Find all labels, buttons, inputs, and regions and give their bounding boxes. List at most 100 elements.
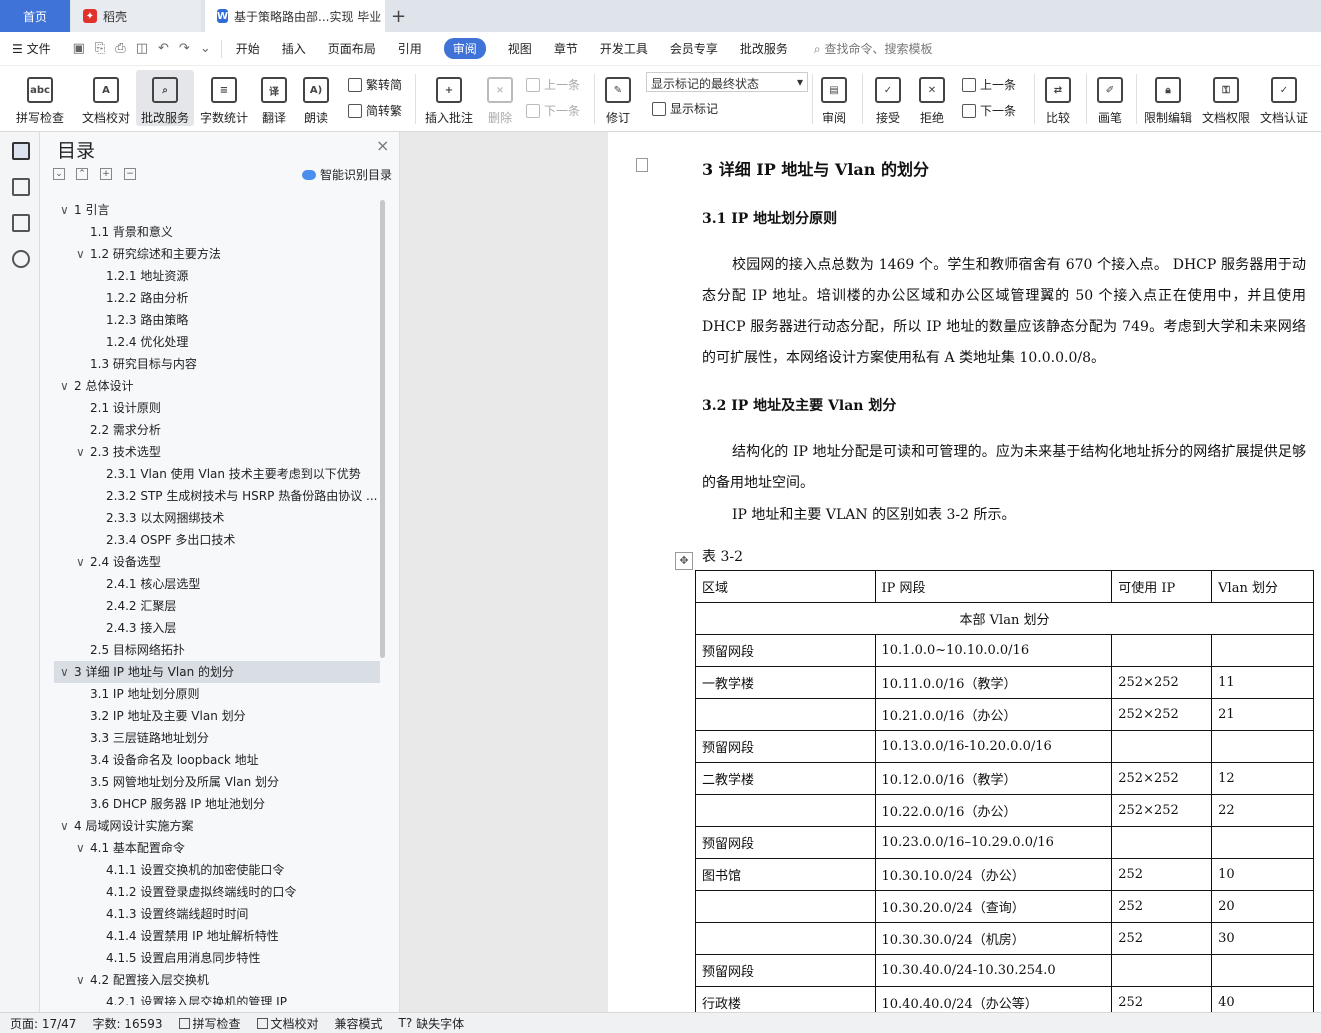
status-spell-check[interactable]: 拼写检查	[178, 1015, 241, 1032]
chevron-down-icon[interactable]: ∨	[76, 969, 90, 991]
next-change-button[interactable]: 下一条	[962, 102, 1016, 119]
toc-item[interactable]: 1.2.3 路由策略	[54, 309, 380, 331]
menu-item-references[interactable]: 引用	[398, 40, 422, 57]
toc-item[interactable]: ∨ 1.2 研究综述和主要方法	[54, 243, 380, 265]
reject-button[interactable]: ✕ 拒绝	[914, 70, 950, 126]
toc-item[interactable]: 2.3.4 OSPF 多出口技术	[54, 529, 380, 551]
toc-item[interactable]: 1.2.1 地址资源	[54, 265, 380, 287]
tab-home[interactable]: 首页	[0, 0, 70, 32]
compare-button[interactable]: ⇄ 比较	[1040, 70, 1076, 126]
delete-comment-button[interactable]: × 删除	[482, 70, 518, 126]
chapter-nav-icon[interactable]	[12, 178, 30, 196]
missing-font-button[interactable]: T? 缺失字体	[399, 1015, 465, 1032]
tab-document[interactable]: W 基于策略路由部...实现 毕业	[205, 0, 385, 32]
new-tab-button[interactable]: +	[385, 0, 412, 32]
toc-item[interactable]: 4.1.4 设置禁用 IP 地址解析特性	[54, 925, 380, 947]
toc-item[interactable]: 3.6 DHCP 服务器 IP 地址池划分	[54, 793, 380, 815]
close-icon[interactable]: ×	[376, 136, 389, 155]
insert-comment-button[interactable]: + 插入批注	[424, 70, 474, 126]
status-proof[interactable]: 文档校对	[256, 1015, 319, 1032]
spell-check-button[interactable]: abc 拼写检查	[10, 70, 70, 126]
review-service-button[interactable]: ⌕ 批改服务	[136, 70, 194, 126]
command-search[interactable]: ⌕ 查找命令、搜索模板	[814, 40, 933, 57]
add-entry-icon[interactable]: +	[100, 168, 112, 180]
toc-item[interactable]: 2.3.3 以太网捆绑技术	[54, 507, 380, 529]
toc-item[interactable]: ∨ 4 局域网设计实施方案	[54, 815, 380, 837]
accept-button[interactable]: ✓ 接受	[870, 70, 906, 126]
toc-item[interactable]: ∨ 2.3 技术选型	[54, 441, 380, 463]
toc-item[interactable]: ∨ 2 总体设计	[54, 375, 380, 397]
menu-item-member[interactable]: 会员专享	[670, 40, 718, 57]
chevron-down-icon[interactable]: ∨	[60, 375, 74, 397]
toc-item[interactable]: 3.4 设备命名及 loopback 地址	[54, 749, 380, 771]
bookmark-icon[interactable]	[12, 214, 30, 232]
toc-item[interactable]: 1.1 背景和意义	[54, 221, 380, 243]
read-aloud-button[interactable]: A) 朗读	[300, 70, 332, 126]
toc-item[interactable]: 2.2 需求分析	[54, 419, 380, 441]
toc-scrollbar[interactable]	[380, 200, 385, 658]
markup-mode-select[interactable]: 显示标记的最终状态 ▾	[646, 72, 808, 92]
menu-item-chapter[interactable]: 章节	[554, 40, 578, 57]
chevron-down-icon[interactable]: ∨	[76, 551, 90, 573]
toc-item[interactable]: 2.5 目标网络拓扑	[54, 639, 380, 661]
toc-item[interactable]: 2.1 设计原则	[54, 397, 380, 419]
toc-item[interactable]: 4.1.3 设置终端线超时时间	[54, 903, 380, 925]
menu-item-layout[interactable]: 页面布局	[328, 40, 376, 57]
paragraph-handle-icon[interactable]	[636, 158, 648, 172]
search-icon[interactable]	[12, 250, 30, 268]
redo-icon[interactable]: ↷	[179, 41, 190, 56]
print-icon[interactable]: ⎙	[115, 41, 125, 56]
chevron-down-icon[interactable]: ∨	[76, 837, 90, 859]
toc-item[interactable]: 4.1.5 设置启用消息同步特性	[54, 947, 380, 969]
next-comment-button[interactable]: 下一条	[526, 102, 580, 119]
chevron-down-icon[interactable]: ∨	[76, 243, 90, 265]
toc-panel-icon[interactable]	[12, 142, 30, 160]
toc-item[interactable]: 2.4.3 接入层	[54, 617, 380, 639]
review-pane-button[interactable]: ▤ 审阅	[816, 70, 852, 126]
page-indicator[interactable]: 页面: 17/47	[10, 1015, 76, 1032]
toc-item[interactable]: 3.2 IP 地址及主要 Vlan 划分	[54, 705, 380, 727]
toc-item[interactable]: ∨ 3 详细 IP 地址与 Vlan 的划分	[54, 661, 380, 683]
prev-change-button[interactable]: 上一条	[962, 76, 1016, 93]
document-certify-button[interactable]: ✓ 文档认证	[1258, 70, 1310, 126]
file-menu[interactable]: ☰ 文件	[12, 40, 51, 57]
restrict-edit-button[interactable]: 🔒︎ 限制编辑	[1142, 70, 1194, 126]
smart-toc-button[interactable]: 智能识别目录	[302, 166, 392, 183]
trad-to-simp-button[interactable]: 繁转简	[348, 76, 402, 93]
chevron-down-icon[interactable]: ∨	[76, 441, 90, 463]
menu-item-insert[interactable]: 插入	[282, 40, 306, 57]
expand-all-icon[interactable]: ⌃	[76, 168, 88, 180]
toc-item[interactable]: ∨ 2.4 设备选型	[54, 551, 380, 573]
toc-item[interactable]: 2.3.2 STP 生成树技术与 HSRP 热备份路由协议 ...	[54, 485, 380, 507]
chevron-down-icon[interactable]: ∨	[60, 815, 74, 837]
word-count-indicator[interactable]: 字数: 16593	[92, 1015, 162, 1032]
menu-item-review[interactable]: 审阅	[443, 38, 486, 59]
toc-item[interactable]: 2.4.2 汇聚层	[54, 595, 380, 617]
chevron-down-icon[interactable]: ∨	[60, 661, 74, 683]
tab-daoke[interactable]: ✦ 稻壳	[71, 0, 201, 32]
translate-button[interactable]: 译翻译	[256, 70, 292, 126]
pen-button[interactable]: ✐ 画笔	[1092, 70, 1128, 126]
word-count-button[interactable]: ≡ 字数统计	[198, 70, 250, 126]
toc-item[interactable]: 1.2.4 优化处理	[54, 331, 380, 353]
print-preview-icon[interactable]: ◫	[136, 41, 148, 56]
toc-item[interactable]: 4.2.1 设置接入层交换机的管理 IP	[54, 991, 380, 1005]
menu-item-start[interactable]: 开始	[236, 40, 260, 57]
toc-item[interactable]: 3.5 网管地址划分及所属 Vlan 划分	[54, 771, 380, 793]
chevron-down-icon[interactable]: ∨	[60, 199, 74, 221]
toc-item[interactable]: ∨ 1 引言	[54, 199, 380, 221]
document-permission-button[interactable]: ⚿ 文档权限	[1200, 70, 1252, 126]
toc-item[interactable]: ∨ 4.2 配置接入层交换机	[54, 969, 380, 991]
toc-item[interactable]: ∨ 4.1 基本配置命令	[54, 837, 380, 859]
toc-item[interactable]: 1.3 研究目标与内容	[54, 353, 380, 375]
toc-item[interactable]: 4.1.2 设置登录虚拟终端线时的口令	[54, 881, 380, 903]
menu-item-correction[interactable]: 批改服务	[740, 40, 788, 57]
menu-item-view[interactable]: 视图	[508, 40, 532, 57]
more-icon[interactable]: ⌄	[200, 41, 211, 56]
export-pdf-icon[interactable]: ⎘	[95, 41, 105, 56]
toc-item[interactable]: 2.3.1 Vlan 使用 Vlan 技术主要考虑到以下优势	[54, 463, 380, 485]
show-markup-button[interactable]: 显示标记	[652, 100, 718, 117]
simp-to-trad-button[interactable]: 简转繁	[348, 102, 402, 119]
toc-item[interactable]: 3.1 IP 地址划分原则	[54, 683, 380, 705]
toc-item[interactable]: 4.1.1 设置交换机的加密使能口令	[54, 859, 380, 881]
